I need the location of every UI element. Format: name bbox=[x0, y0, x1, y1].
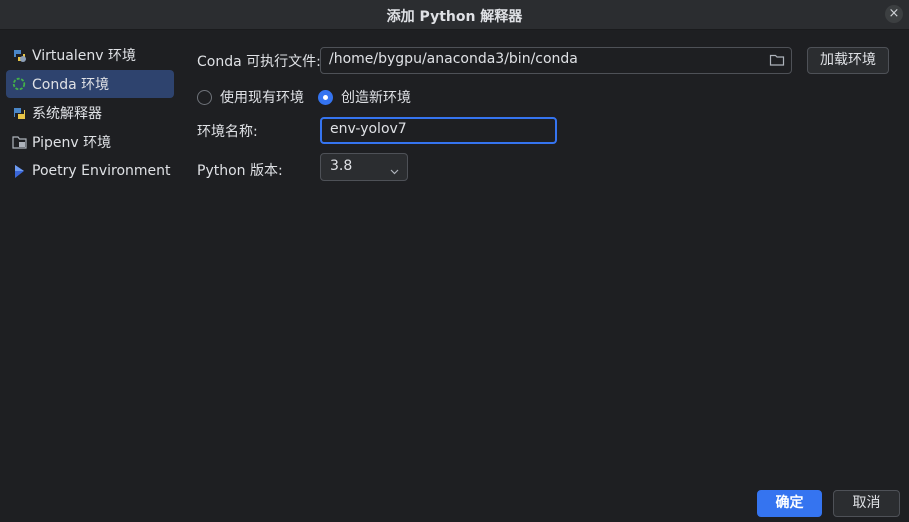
cancel-button[interactable]: 取消 bbox=[833, 490, 900, 517]
conda-path-field[interactable]: /home/bygpu/anaconda3/bin/conda bbox=[320, 47, 792, 74]
python-version-select[interactable]: 3.8 bbox=[320, 153, 408, 181]
ok-button[interactable]: 确定 bbox=[757, 490, 822, 517]
radio-checked-icon bbox=[318, 89, 333, 105]
conda-executable-label: Conda 可执行文件: bbox=[197, 54, 321, 70]
env-name-label: 环境名称: bbox=[197, 124, 258, 140]
sidebar-item-label: Conda 环境 bbox=[32, 77, 110, 93]
virtualenv-icon bbox=[11, 47, 27, 63]
load-environments-button[interactable]: 加载环境 bbox=[807, 47, 889, 74]
chevron-down-icon bbox=[390, 163, 399, 175]
conda-path-value: /home/bygpu/anaconda3/bin/conda bbox=[329, 51, 578, 67]
python-version-label: Python 版本: bbox=[197, 163, 283, 179]
python-icon bbox=[11, 105, 27, 121]
sidebar-item-virtualenv[interactable]: Virtualenv 环境 bbox=[6, 41, 174, 69]
sidebar-item-system[interactable]: 系统解释器 bbox=[6, 99, 174, 127]
create-new-label: 创造新环境 bbox=[341, 90, 411, 106]
use-existing-label: 使用现有环境 bbox=[220, 90, 304, 106]
radio-unchecked-icon bbox=[197, 89, 212, 105]
sidebar-item-conda[interactable]: Conda 环境 bbox=[6, 70, 174, 98]
sidebar-item-pipenv[interactable]: Pipenv 环境 bbox=[6, 128, 174, 156]
dialog-title: 添加 Python 解释器 bbox=[386, 9, 523, 25]
conda-icon bbox=[11, 76, 27, 92]
sidebar-item-label: Virtualenv 环境 bbox=[32, 48, 136, 64]
poetry-icon bbox=[11, 163, 27, 179]
interpreter-type-sidebar: Virtualenv 环境 Conda 环境 系统解释器 Pipenv 环境 P… bbox=[0, 31, 178, 522]
create-new-radio[interactable]: 创造新环境 bbox=[318, 87, 411, 107]
conda-settings-panel: Conda 可执行文件: /home/bygpu/anaconda3/bin/c… bbox=[182, 31, 909, 522]
use-existing-radio[interactable]: 使用现有环境 bbox=[197, 87, 304, 107]
env-name-input[interactable]: env-yolov7 bbox=[320, 117, 557, 144]
title-bar: 添加 Python 解释器 × bbox=[0, 0, 909, 30]
python-version-value: 3.8 bbox=[330, 158, 353, 174]
sidebar-item-label: 系统解释器 bbox=[32, 106, 102, 122]
sidebar-item-label: Poetry Environment bbox=[32, 163, 171, 179]
sidebar-item-poetry[interactable]: Poetry Environment bbox=[6, 157, 174, 185]
close-button[interactable]: × bbox=[885, 5, 903, 23]
folder-icon[interactable] bbox=[769, 53, 785, 67]
sidebar-item-label: Pipenv 环境 bbox=[32, 135, 112, 151]
pipenv-icon bbox=[11, 134, 27, 150]
